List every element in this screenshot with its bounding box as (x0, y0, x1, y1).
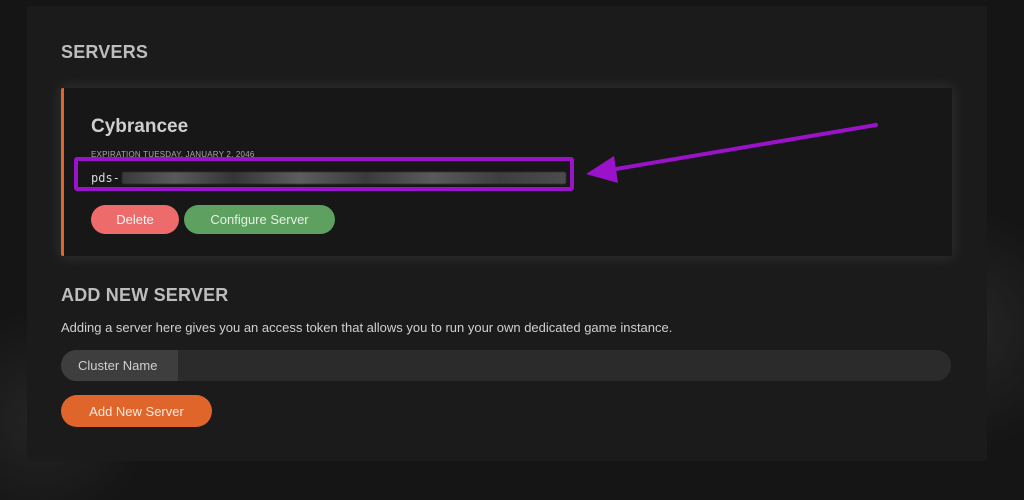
add-server-description: Adding a server here gives you an access… (61, 320, 673, 335)
cluster-name-label: Cluster Name (61, 350, 178, 381)
delete-button[interactable]: Delete (91, 205, 179, 234)
add-new-server-button[interactable]: Add New Server (61, 395, 212, 427)
annotation-highlight-box (74, 157, 574, 191)
cluster-name-input[interactable] (178, 350, 951, 381)
configure-server-button[interactable]: Configure Server (184, 205, 335, 234)
servers-panel: SERVERS Cybrancee EXPIRATION TUESDAY, JA… (27, 6, 987, 461)
servers-heading: SERVERS (61, 42, 149, 62)
cluster-name-group: Cluster Name (61, 350, 951, 381)
server-name: Cybrancee (91, 116, 189, 137)
add-server-heading: ADD NEW SERVER (61, 285, 229, 305)
